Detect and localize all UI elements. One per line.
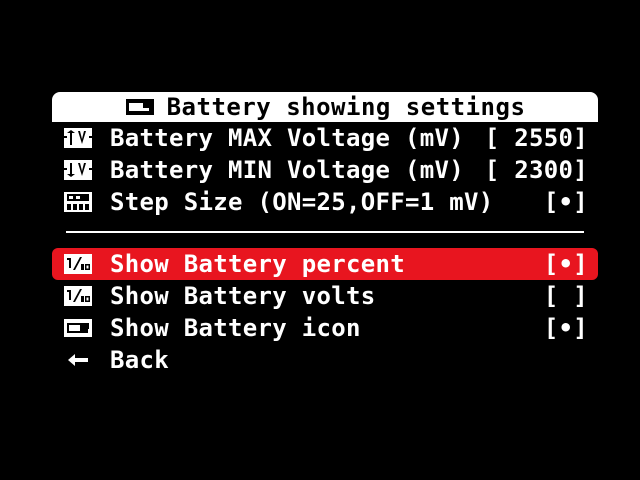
battery-icon [62,317,94,339]
step-size-row[interactable]: Step Size (ON=25,OFF=1 mV) [•] [52,186,598,218]
show-battery-icon-row[interactable]: Show Battery icon [•] [52,312,598,344]
show-battery-icon-checkbox[interactable]: [•] [544,314,588,342]
voltage-down-icon [62,159,94,181]
battery-icon [125,98,155,116]
show-battery-volts-checkbox[interactable]: [ ] [544,282,588,310]
percent-icon [62,253,94,275]
show-battery-percent-row[interactable]: Show Battery percent [•] [52,248,598,280]
show-battery-icon-label: Show Battery icon [110,314,361,342]
step-size-icon [62,191,94,213]
menu-title: Battery showing settings [166,93,526,121]
min-voltage-row[interactable]: Battery MIN Voltage (mV) [ 2300] [52,154,598,186]
back-label: Back [110,346,169,374]
back-row[interactable]: Back [52,344,598,376]
show-battery-volts-row[interactable]: Show Battery volts [ ] [52,280,598,312]
min-voltage-value[interactable]: [ 2300] [485,156,588,184]
max-voltage-value[interactable]: [ 2550] [485,124,588,152]
max-voltage-row[interactable]: Battery MAX Voltage (mV) [ 2550] [52,122,598,154]
show-battery-percent-label: Show Battery percent [110,250,405,278]
menu-title-bar: Battery showing settings [52,92,598,122]
settings-menu: Battery showing settings Battery MAX Vol… [52,92,598,376]
min-voltage-label: Battery MIN Voltage (mV) [110,156,464,184]
step-size-label: Step Size (ON=25,OFF=1 mV) [110,188,494,216]
voltage-up-icon [62,127,94,149]
max-voltage-label: Battery MAX Voltage (mV) [110,124,464,152]
menu-divider [66,231,584,233]
volts-icon [62,285,94,307]
back-arrow-icon [62,349,94,371]
step-size-value[interactable]: [•] [544,188,588,216]
show-battery-volts-label: Show Battery volts [110,282,376,310]
show-battery-percent-checkbox[interactable]: [•] [544,250,588,278]
